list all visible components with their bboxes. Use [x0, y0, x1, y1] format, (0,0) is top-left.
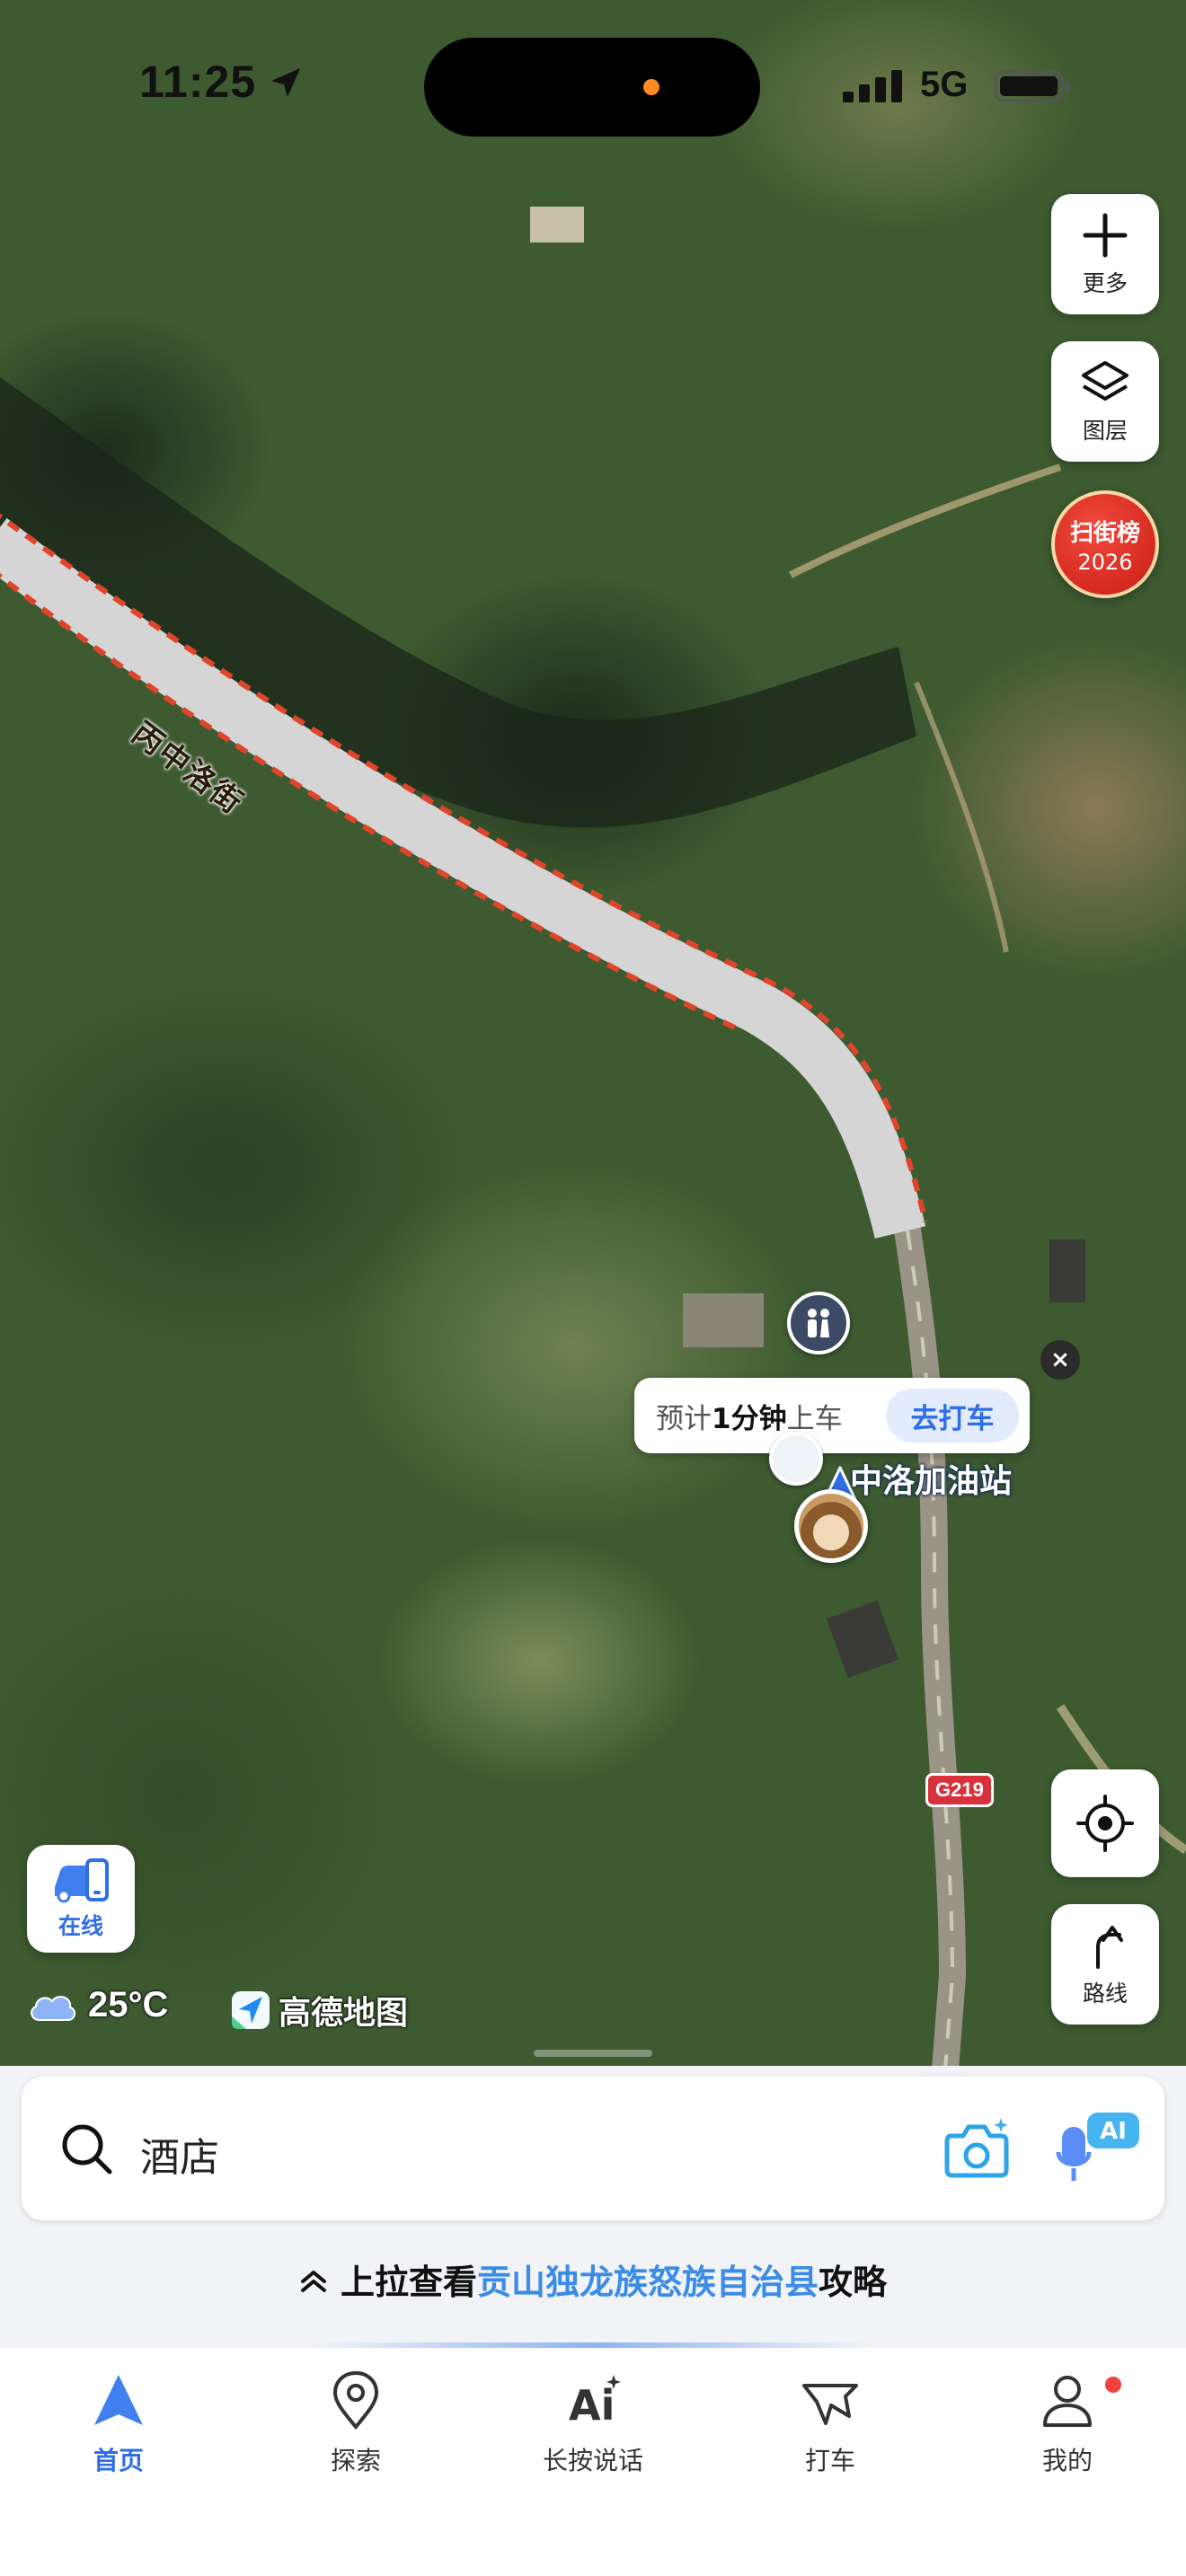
- amap-logo-icon: [232, 1991, 270, 2029]
- online-label: 在线: [58, 1913, 103, 1939]
- route-shield-badge: G219: [925, 1773, 994, 1807]
- map-roads: [0, 207, 1186, 2093]
- route-label: 路线: [1082, 1981, 1128, 2007]
- tab-taxi[interactable]: 打车: [740, 2369, 920, 2576]
- network-type: 5G: [920, 65, 969, 104]
- gas-station-logo-icon[interactable]: [769, 1432, 823, 1486]
- navigation-arrow-icon: [94, 2375, 143, 2425]
- brand-watermark: 高德地图: [230, 1987, 408, 2033]
- tab-taxi-label: 打车: [804, 2446, 855, 2475]
- route-button[interactable]: 路线: [1051, 1904, 1159, 2025]
- taxi-eta-time: 1分钟: [712, 1402, 787, 1435]
- route-turn-icon: [1096, 1926, 1123, 1969]
- restroom-icon: [808, 1309, 829, 1337]
- crosshair-icon: [1076, 1795, 1134, 1852]
- locate-me-button[interactable]: [1051, 1769, 1159, 1877]
- satellite-map[interactable]: [0, 0, 1186, 2093]
- person-icon: [1043, 2376, 1092, 2427]
- layers-icon: [1082, 361, 1128, 401]
- location-arrow-icon: [271, 68, 300, 97]
- user-location-avatar[interactable]: [794, 1489, 868, 1563]
- tab-explore-label: 探索: [330, 2446, 381, 2475]
- pull-up-guide-prompt[interactable]: 上拉查看贡山独龙族怒族自治县攻略: [0, 2254, 1186, 2304]
- taxi-flag-icon: [802, 2384, 858, 2425]
- search-icon: [62, 2124, 112, 2175]
- more-button[interactable]: 更多: [1051, 194, 1159, 314]
- temperature: 25°C: [88, 1985, 169, 2025]
- layers-button[interactable]: 图层: [1051, 341, 1159, 462]
- tab-profile-label: 我的: [1041, 2446, 1093, 2475]
- bottom-tab-bar: 首页 探索 Ai 长按说话 打车 我的: [0, 2348, 1186, 2576]
- gas-station-label[interactable]: 中洛加油站: [850, 1455, 1012, 1502]
- guide-suffix: 攻略: [819, 2263, 888, 2302]
- scan-badge-title: 扫街榜: [1069, 519, 1140, 547]
- guide-prefix: 上拉查看: [340, 2263, 477, 2302]
- cloud-icon: [31, 1995, 75, 2021]
- brand-name: 高德地图: [279, 1995, 409, 2032]
- taxi-eta-bubble[interactable]: 预计 1分钟 上车 去打车: [634, 1378, 1030, 1453]
- weather-widget[interactable]: 25°C: [27, 1985, 168, 2025]
- scan-street-ranking-badge[interactable]: 扫街榜 2026: [1051, 490, 1159, 598]
- battery-icon: [994, 70, 1069, 102]
- double-chevron-up-icon: [299, 2263, 328, 2302]
- scan-badge-year: 2026: [1077, 549, 1133, 575]
- privacy-indicator-dot: [643, 79, 659, 95]
- ai-voice-icon[interactable]: AI: [1055, 2109, 1145, 2190]
- taxi-eta-prefix: 预计: [656, 1402, 712, 1435]
- svg-text:Ai: Ai: [569, 2381, 615, 2430]
- cellular-signal-icon: [843, 70, 902, 102]
- notification-dot: [1105, 2377, 1121, 2393]
- ai-icon: Ai: [569, 2375, 621, 2430]
- tab-home-label: 首页: [93, 2446, 144, 2475]
- location-pin-icon: [332, 2370, 379, 2430]
- search-bar[interactable]: 酒店 AI: [22, 2077, 1164, 2220]
- close-icon[interactable]: ×: [1040, 1340, 1080, 1380]
- sheet-drag-handle[interactable]: [534, 2050, 652, 2057]
- dynamic-island: [424, 38, 760, 137]
- tab-home[interactable]: 首页: [29, 2369, 208, 2576]
- guide-place: 贡山独龙族怒族自治县: [476, 2263, 819, 2302]
- tab-profile[interactable]: 我的: [978, 2369, 1157, 2576]
- plus-icon: [1083, 213, 1128, 258]
- car-phone-icon: [55, 1858, 109, 1903]
- search-input[interactable]: 酒店: [140, 2125, 219, 2183]
- go-taxi-button[interactable]: 去打车: [886, 1389, 1019, 1442]
- tab-explore[interactable]: 探索: [266, 2369, 446, 2576]
- tab-voice[interactable]: Ai 长按说话: [503, 2369, 683, 2576]
- ai-badge: AI: [1100, 2118, 1127, 2145]
- status-time: 11:25: [139, 57, 257, 107]
- layers-label: 图层: [1082, 418, 1128, 444]
- tab-voice-label: 长按说话: [542, 2446, 643, 2475]
- camera-search-icon[interactable]: [943, 2116, 1012, 2181]
- online-car-button[interactable]: 在线: [27, 1845, 135, 1953]
- taxi-eta-suffix: 上车: [786, 1402, 843, 1435]
- restroom-marker[interactable]: [787, 1292, 850, 1354]
- more-label: 更多: [1082, 270, 1128, 296]
